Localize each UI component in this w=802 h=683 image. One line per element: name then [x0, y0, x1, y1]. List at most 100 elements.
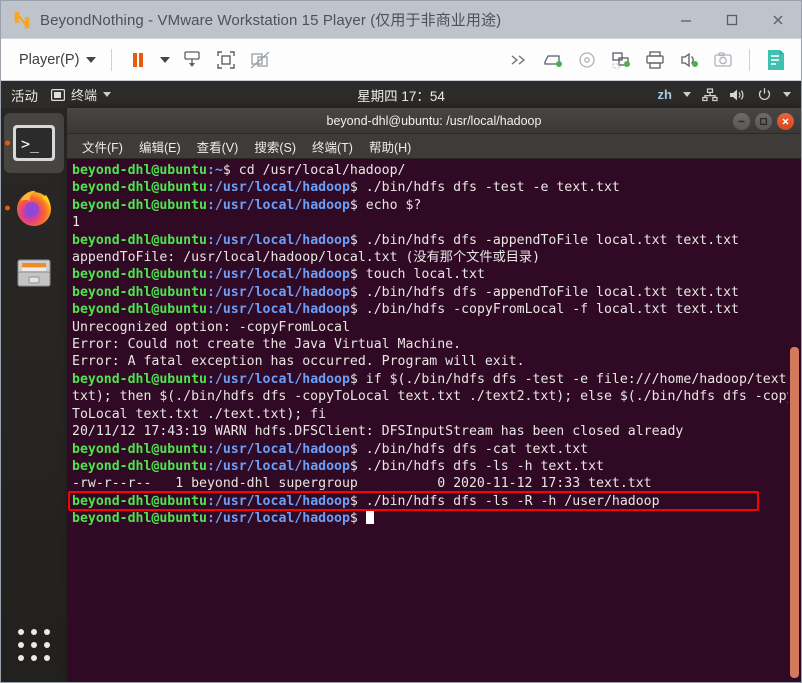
terminal-command: touch local.txt — [357, 267, 485, 283]
maximize-button[interactable] — [709, 1, 755, 38]
cd-dvd-icon[interactable] — [572, 45, 602, 75]
terminal-output-text: -rw-r--r-- 1 beyond-dhl supergroup 0 202… — [72, 476, 652, 492]
show-applications-button[interactable] — [11, 622, 57, 668]
terminal-prompt-line: beyond-dhl@ubuntu:/usr/local/hadoop$ tou… — [72, 266, 801, 283]
prompt-user-host: beyond-dhl@ubuntu — [72, 302, 207, 318]
guest-screen: 活动 终端 星期四 17：54 zh >_ beyond-dhl@ubuntu:… — [1, 81, 801, 682]
notes-icon[interactable] — [761, 45, 791, 75]
terminal-output-line: Unrecognized option: -copyFromLocal — [72, 319, 801, 336]
player-menu-button[interactable]: Player(P) — [13, 48, 102, 72]
terminal-window: beyond-dhl@ubuntu: /usr/local/hadoop 文件(… — [67, 108, 801, 682]
prompt-path: :/usr/local/hadoop — [206, 511, 350, 527]
close-button[interactable] — [755, 1, 801, 38]
menu-edit[interactable]: 编辑(E) — [132, 134, 188, 159]
menu-search[interactable]: 搜索(S) — [247, 134, 303, 159]
terminal-minimize-button[interactable] — [733, 112, 750, 130]
prompt-path: :/usr/local/hadoop — [206, 493, 350, 509]
pause-vm-icon[interactable] — [123, 45, 153, 75]
prompt-path: :/usr/local/hadoop — [206, 180, 350, 196]
prompt-path: :/usr/local/hadoop — [206, 441, 350, 457]
terminal-prompt-line: beyond-dhl@ubuntu:/usr/local/hadoop$ ./b… — [72, 179, 801, 196]
terminal-prompt-line: beyond-dhl@ubuntu:/usr/local/hadoop$ if … — [72, 371, 801, 423]
terminal-output-text: Error: Could not create the Java Virtual… — [72, 337, 462, 353]
prompt-user-host: beyond-dhl@ubuntu — [72, 163, 207, 178]
menu-terminal[interactable]: 终端(T) — [305, 134, 360, 159]
terminal-scrollbar[interactable] — [788, 159, 801, 682]
menu-file[interactable]: 文件(F) — [75, 134, 130, 159]
menu-help[interactable]: 帮助(H) — [362, 134, 418, 159]
prompt-user-host: beyond-dhl@ubuntu — [72, 267, 207, 283]
terminal-output-line: Error: Could not create the Java Virtual… — [72, 336, 801, 353]
terminal-prompt-line: beyond-dhl@ubuntu:/usr/local/hadoop$ ./b… — [72, 232, 801, 249]
prompt-user-host: beyond-dhl@ubuntu — [72, 511, 207, 527]
unity-mode-icon[interactable] — [245, 45, 275, 75]
prompt-path: :/usr/local/hadoop — [206, 197, 350, 213]
dock-item-terminal[interactable]: >_ — [4, 113, 64, 173]
prompt-user-host: beyond-dhl@ubuntu — [72, 232, 207, 248]
prompt-path: :/usr/local/hadoop — [206, 371, 350, 387]
expand-toolbar-icon[interactable] — [504, 45, 534, 75]
prompt-user-host: beyond-dhl@ubuntu — [72, 371, 207, 387]
language-indicator[interactable]: zh — [658, 87, 672, 102]
gnome-top-bar: 活动 终端 星期四 17：54 zh — [1, 81, 801, 108]
prompt-symbol: $ — [349, 302, 358, 318]
terminal-title-bar: beyond-dhl@ubuntu: /usr/local/hadoop — [67, 108, 801, 134]
power-icon[interactable] — [757, 87, 772, 102]
prompt-path: :/usr/local/hadoop — [206, 232, 350, 248]
prompt-symbol: $ — [349, 232, 358, 248]
terminal-close-button[interactable] — [777, 112, 794, 130]
network-adapter-icon[interactable] — [606, 45, 636, 75]
terminal-output-line: -rw-r--r-- 1 beyond-dhl supergroup 0 202… — [72, 475, 801, 492]
terminal-output-text: appendToFile: /usr/local/hadoop/local.tx… — [72, 250, 541, 266]
app-menu-button[interactable]: 终端 — [51, 85, 112, 104]
terminal-command: ./bin/hdfs dfs -ls -R -h /user/hadoop — [357, 493, 660, 509]
terminal-output-line: appendToFile: /usr/local/hadoop/local.tx… — [72, 249, 801, 266]
vmware-device-toolbar — [502, 45, 793, 75]
vmware-toolbar: Player(P) — [1, 38, 801, 81]
svg-text:>_: >_ — [21, 135, 40, 153]
terminal-prompt-line: beyond-dhl@ubuntu:/usr/local/hadoop$ — [72, 510, 801, 527]
terminal-command: cd /usr/local/hadoop/ — [230, 163, 406, 178]
terminal-scrollbar-thumb[interactable] — [790, 347, 799, 678]
prompt-path: :/usr/local/hadoop — [206, 458, 350, 474]
minimize-button[interactable] — [663, 1, 709, 38]
dock-item-firefox[interactable] — [4, 178, 64, 238]
dock-item-files[interactable] — [4, 243, 64, 303]
volume-icon[interactable] — [729, 88, 746, 102]
network-icon[interactable] — [702, 87, 718, 102]
enter-fullscreen-icon[interactable] — [211, 45, 241, 75]
chevron-down-icon — [86, 56, 97, 63]
app-menu-label: 终端 — [71, 88, 98, 103]
printer-icon[interactable] — [640, 45, 670, 75]
terminal-command: echo $? — [357, 197, 422, 213]
menu-view[interactable]: 查看(V) — [190, 134, 246, 159]
sound-card-icon[interactable] — [674, 45, 704, 75]
prompt-symbol: $ — [349, 371, 358, 387]
player-menu-label: Player(P) — [19, 51, 80, 68]
prompt-path: :/usr/local/hadoop — [206, 302, 350, 318]
terminal-maximize-button[interactable] — [755, 112, 772, 130]
send-ctrl-alt-del-icon[interactable] — [177, 45, 207, 75]
chevron-down-icon — [683, 92, 691, 97]
terminal-body[interactable]: beyond-dhl@ubuntu:~$ cd /usr/local/hadoo… — [67, 159, 801, 682]
terminal-command: ./bin/hdfs dfs -ls -h text.txt — [357, 458, 604, 474]
terminal-output-text: 1 — [72, 215, 80, 231]
running-indicator — [5, 140, 10, 146]
running-indicator — [5, 205, 10, 211]
hard-disk-icon[interactable] — [538, 45, 568, 75]
ubuntu-dock: >_ — [1, 108, 67, 682]
prompt-symbol: $ — [349, 458, 358, 474]
prompt-symbol: $ — [349, 180, 358, 196]
activities-button[interactable]: 活动 — [11, 85, 38, 105]
terminal-title-text: beyond-dhl@ubuntu: /usr/local/hadoop — [326, 113, 542, 128]
prompt-symbol: $ — [349, 511, 358, 527]
toolbar-divider — [749, 48, 750, 71]
vmware-logo-icon — [14, 11, 30, 28]
desktop: >_ beyond-dhl@ubuntu: /usr/local/hadoop … — [1, 108, 801, 682]
pause-dropdown-icon[interactable] — [157, 45, 173, 75]
terminal-prompt-line: beyond-dhl@ubuntu:/usr/local/hadoop$ ech… — [72, 197, 801, 214]
prompt-user-host: beyond-dhl@ubuntu — [72, 441, 207, 457]
prompt-user-host: beyond-dhl@ubuntu — [72, 197, 207, 213]
prompt-path: :/usr/local/hadoop — [206, 284, 350, 300]
camera-icon[interactable] — [708, 45, 738, 75]
